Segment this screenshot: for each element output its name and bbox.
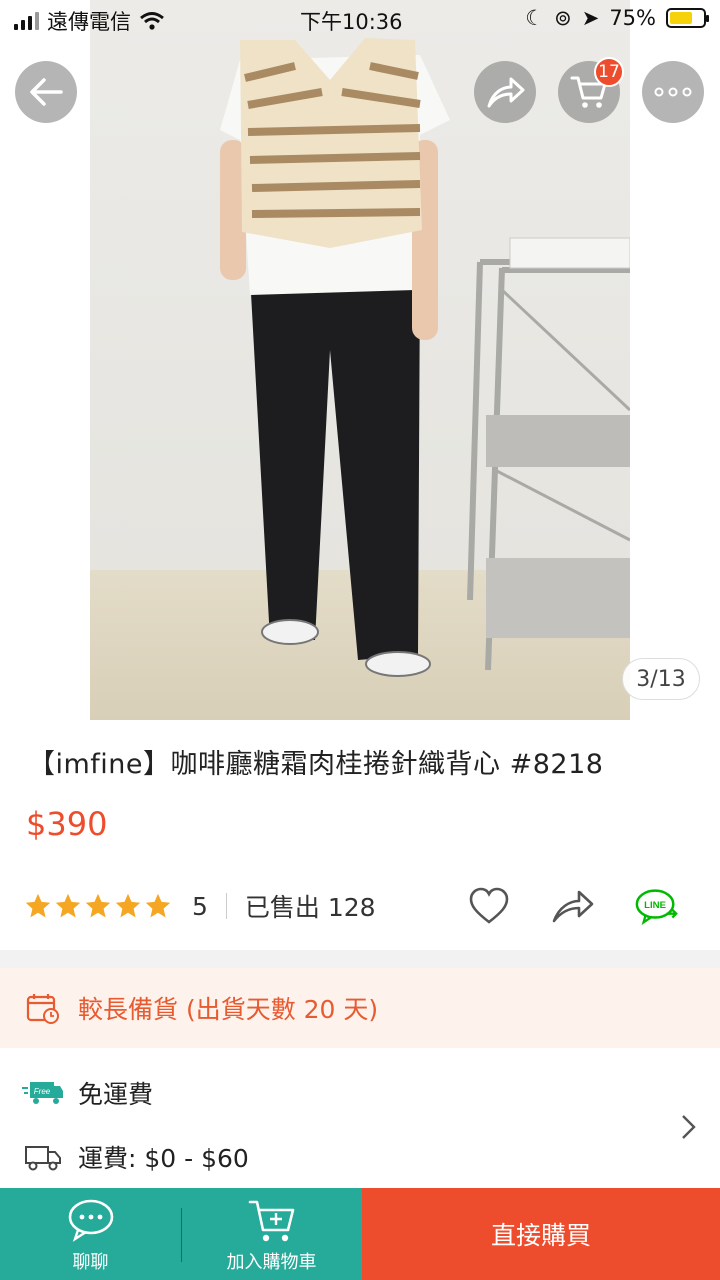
add-cart-icon [248,1200,294,1242]
rating-value: 5 [192,891,208,921]
line-icon: LINE [635,889,678,925]
star-icon [145,893,171,918]
cart-button[interactable]: 17 [558,57,624,123]
moon-icon: ☾ [525,6,545,30]
line-badge-text: LINE [644,900,666,911]
carrier-name: 遠傳電信 [47,10,131,34]
rotation-lock-icon: ⊚ [554,6,572,30]
share-product-button[interactable] [550,883,596,929]
free-badge-text: Free [34,1087,51,1096]
free-shipping-row[interactable]: Free 免運費 [0,1068,720,1118]
truck-icon [25,1146,61,1171]
star-icon [85,893,111,918]
more-button[interactable] [642,61,704,123]
battery-icon [666,8,709,28]
free-shipping-truck-icon: Free [22,1082,63,1104]
battery-percent: 75% [609,6,656,30]
heart-icon [469,887,509,924]
image-counter: 3/13 [622,658,700,700]
product-price: $390 [26,805,108,843]
rating-row: 5 已售出 128 [24,884,704,928]
back-button[interactable] [15,61,77,123]
star-icon [25,893,51,918]
star-icon [55,893,81,918]
line-share-button[interactable]: LINE [634,883,680,929]
shipping-fee-row[interactable]: 運費: $0 - $60 [0,1132,720,1182]
star-icon [115,893,141,918]
add-to-cart-label: 加入購物車 [226,1252,317,1273]
product-title: 【imfine】咖啡廳糖霜肉桂捲針織背心 #8218 [28,749,604,780]
shipping-fee-label: 運費: $0 - $60 [78,1144,249,1173]
share-icon [552,890,594,923]
calendar-clock-icon [26,994,59,1024]
add-to-cart-button[interactable]: 加入購物車 [181,1188,362,1280]
share-button[interactable] [474,61,536,123]
chevron-right-icon[interactable] [678,1113,698,1141]
preorder-text: 較長備貨 (出貨天數 20 天) [78,995,379,1024]
status-bar: 遠傳電信 下午10:36 ☾ ⊚ ➤ 75% [0,0,720,40]
chat-bubble-icon [68,1199,113,1242]
wifi-icon [140,12,164,30]
product-photo [90,0,630,720]
sold-count: 已售出 128 [244,893,376,922]
product-image-carousel[interactable]: 17 3/13 [0,0,720,720]
cart-count-badge: 17 [594,57,624,87]
status-time: 下午10:36 [300,10,403,34]
chat-button[interactable]: 聊聊 [0,1188,181,1280]
free-shipping-label: 免運費 [78,1080,154,1109]
rating-stars [24,892,172,920]
arrow-left-icon [30,78,63,106]
location-icon: ➤ [581,6,600,30]
share-icon [487,77,525,108]
divider [225,893,227,919]
section-separator [0,950,720,968]
signal-icon [14,12,39,30]
more-dots-icon [654,87,692,97]
bottom-action-bar: 聊聊 加入購物車 直接購買 [0,1188,720,1280]
favorite-button[interactable] [466,883,512,929]
buy-now-label: 直接購買 [490,1221,591,1250]
buy-now-button[interactable]: 直接購買 [362,1188,720,1280]
chat-label: 聊聊 [72,1252,109,1273]
